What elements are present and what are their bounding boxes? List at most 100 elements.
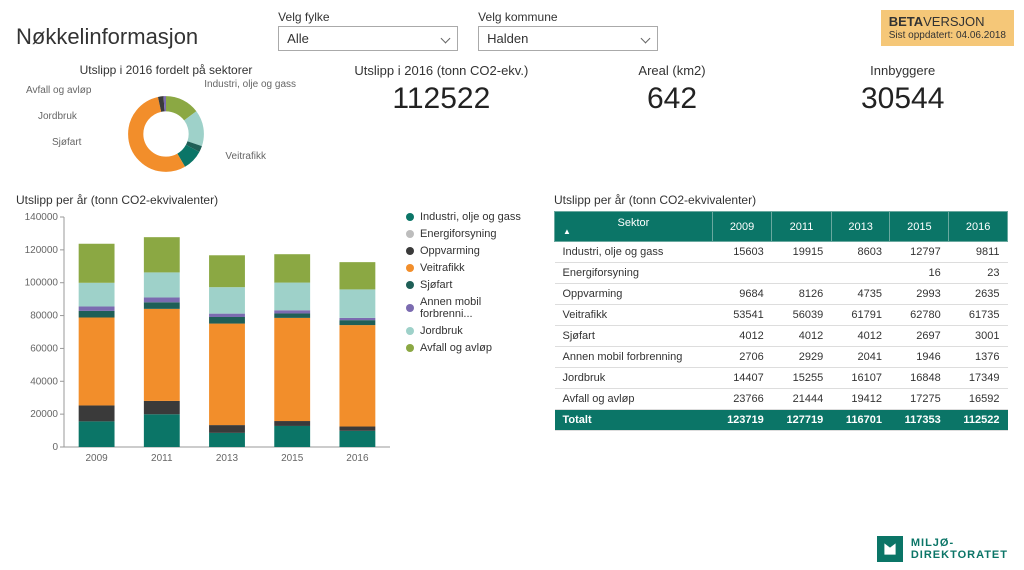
table-cell: 127719	[772, 410, 831, 431]
table-cell: Energiforsyning	[555, 263, 713, 284]
legend-item[interactable]: Annen mobil forbrenni...	[406, 296, 536, 320]
table-cell: 1376	[949, 347, 1008, 368]
table-cell: 56039	[772, 305, 831, 326]
table-cell: 12797	[890, 242, 949, 263]
table-cell: 2929	[772, 347, 831, 368]
legend-label: Jordbruk	[420, 325, 463, 337]
donut-label-avfall: Avfall og avløp	[26, 85, 91, 96]
legend-item[interactable]: Oppvarming	[406, 245, 536, 257]
table-cell: 61791	[831, 305, 890, 326]
table-cell: 16592	[949, 389, 1008, 410]
legend-item[interactable]: Industri, olje og gass	[406, 211, 536, 223]
table-header[interactable]: 2015	[890, 212, 949, 242]
bar-chart[interactable]: 0200004000060000800001000001200001400002…	[16, 211, 396, 471]
table-row[interactable]: Veitrafikk5354156039617916278061735	[555, 305, 1008, 326]
svg-text:140000: 140000	[25, 212, 59, 223]
svg-text:0: 0	[52, 442, 58, 453]
fylke-selected: Alle	[287, 31, 309, 46]
legend-item[interactable]: Avfall og avløp	[406, 342, 536, 354]
fylke-filter-label: Velg fylke	[278, 10, 458, 24]
kpi-areal: Areal (km2) 642	[567, 63, 778, 116]
legend-item[interactable]: Veitrafikk	[406, 262, 536, 274]
donut-label-industri: Industri, olje og gass	[204, 79, 296, 90]
beta-bold: BETA	[889, 14, 923, 29]
table-cell: 17349	[949, 368, 1008, 389]
fylke-dropdown[interactable]: Alle	[278, 26, 458, 51]
table-cell: 15255	[772, 368, 831, 389]
table-cell: 2706	[712, 347, 771, 368]
table-header[interactable]: Sektor▲	[555, 212, 713, 242]
legend-swatch-icon	[406, 304, 414, 312]
table-cell: Jordbruk	[555, 368, 713, 389]
legend-item[interactable]: Sjøfart	[406, 279, 536, 291]
svg-text:2011: 2011	[151, 453, 173, 464]
table-row[interactable]: Sjøfart40124012401226973001	[555, 326, 1008, 347]
donut-label-sjofart: Sjøfart	[52, 137, 81, 148]
legend-label: Energiforsyning	[420, 228, 496, 240]
table-cell: 4012	[712, 326, 771, 347]
table-cell: 1946	[890, 347, 949, 368]
table-title: Utslipp per år (tonn CO2-ekvivalenter)	[554, 193, 1008, 207]
kpi-utslipp-label: Utslipp i 2016 (tonn CO2-ekv.)	[336, 63, 547, 78]
table-row[interactable]: Annen mobil forbrenning27062929204119461…	[555, 347, 1008, 368]
chevron-down-icon	[641, 34, 651, 44]
table-total-row: Totalt123719127719116701117353112522	[555, 410, 1008, 431]
table-row[interactable]: Energiforsyning1623	[555, 263, 1008, 284]
table-row[interactable]: Oppvarming96848126473529932635	[555, 284, 1008, 305]
beta-badge: BETAVERSJON Sist oppdatert: 04.06.2018	[881, 10, 1014, 46]
table-row[interactable]: Avfall og avløp2376621444194121727516592	[555, 389, 1008, 410]
table-row[interactable]: Industri, olje og gass156031991586031279…	[555, 242, 1008, 263]
beta-updated: Sist oppdatert: 04.06.2018	[889, 30, 1006, 42]
svg-text:2016: 2016	[346, 453, 369, 464]
page-title: Nøkkelinformasjon	[16, 24, 198, 50]
footer-logo: MILJØ- DIREKTORATET	[877, 536, 1008, 562]
table-cell: 3001	[949, 326, 1008, 347]
donut-label-veitrafikk: Veitrafikk	[225, 151, 266, 162]
kpi-innbyggere-value: 30544	[797, 82, 1008, 116]
table-header[interactable]: 2009	[712, 212, 771, 242]
kpi-utslipp: Utslipp i 2016 (tonn CO2-ekv.) 112522	[336, 63, 547, 116]
table-header[interactable]: 2011	[772, 212, 831, 242]
bar-chart-title: Utslipp per år (tonn CO2-ekvivalenter)	[16, 193, 536, 207]
table-cell: Annen mobil forbrenning	[555, 347, 713, 368]
kpi-innbyggere-label: Innbyggere	[797, 63, 1008, 78]
svg-text:40000: 40000	[30, 376, 58, 387]
legend-label: Industri, olje og gass	[420, 211, 521, 223]
kommune-selected: Halden	[487, 31, 528, 46]
legend-swatch-icon	[406, 264, 414, 272]
legend-item[interactable]: Energiforsyning	[406, 228, 536, 240]
table-cell: 2635	[949, 284, 1008, 305]
table-cell: 8126	[772, 284, 831, 305]
table-header[interactable]: 2013	[831, 212, 890, 242]
legend-swatch-icon	[406, 344, 414, 352]
donut-chart[interactable]: Avfall og avløp Jordbruk Sjøfart Industr…	[16, 79, 316, 189]
table-cell: 53541	[712, 305, 771, 326]
legend-label: Oppvarming	[420, 245, 480, 257]
table-cell: 23766	[712, 389, 771, 410]
svg-text:60000: 60000	[30, 343, 58, 354]
table-cell: Avfall og avløp	[555, 389, 713, 410]
data-table[interactable]: Sektor▲20092011201320152016Industri, olj…	[554, 211, 1008, 431]
svg-text:2009: 2009	[85, 453, 108, 464]
svg-text:100000: 100000	[25, 278, 59, 289]
table-header[interactable]: 2016	[949, 212, 1008, 242]
kommune-dropdown[interactable]: Halden	[478, 26, 658, 51]
kpi-innbyggere: Innbyggere 30544	[797, 63, 1008, 116]
table-cell: 9811	[949, 242, 1008, 263]
table-cell: 4012	[772, 326, 831, 347]
legend-label: Sjøfart	[420, 279, 452, 291]
chevron-down-icon	[441, 34, 451, 44]
donut-label-jordbruk: Jordbruk	[38, 111, 77, 122]
table-cell: 15603	[712, 242, 771, 263]
table-cell: 4012	[831, 326, 890, 347]
legend-item[interactable]: Jordbruk	[406, 325, 536, 337]
table-row[interactable]: Jordbruk1440715255161071684817349	[555, 368, 1008, 389]
table-cell: 2697	[890, 326, 949, 347]
logo-line2: DIREKTORATET	[911, 549, 1008, 561]
table-cell: 19412	[831, 389, 890, 410]
table-cell: 62780	[890, 305, 949, 326]
table-cell: 4735	[831, 284, 890, 305]
sort-asc-icon: ▲	[563, 227, 704, 236]
table-cell	[831, 263, 890, 284]
bar-legend[interactable]: Industri, olje og gass Energiforsyning Opp…	[396, 211, 536, 471]
